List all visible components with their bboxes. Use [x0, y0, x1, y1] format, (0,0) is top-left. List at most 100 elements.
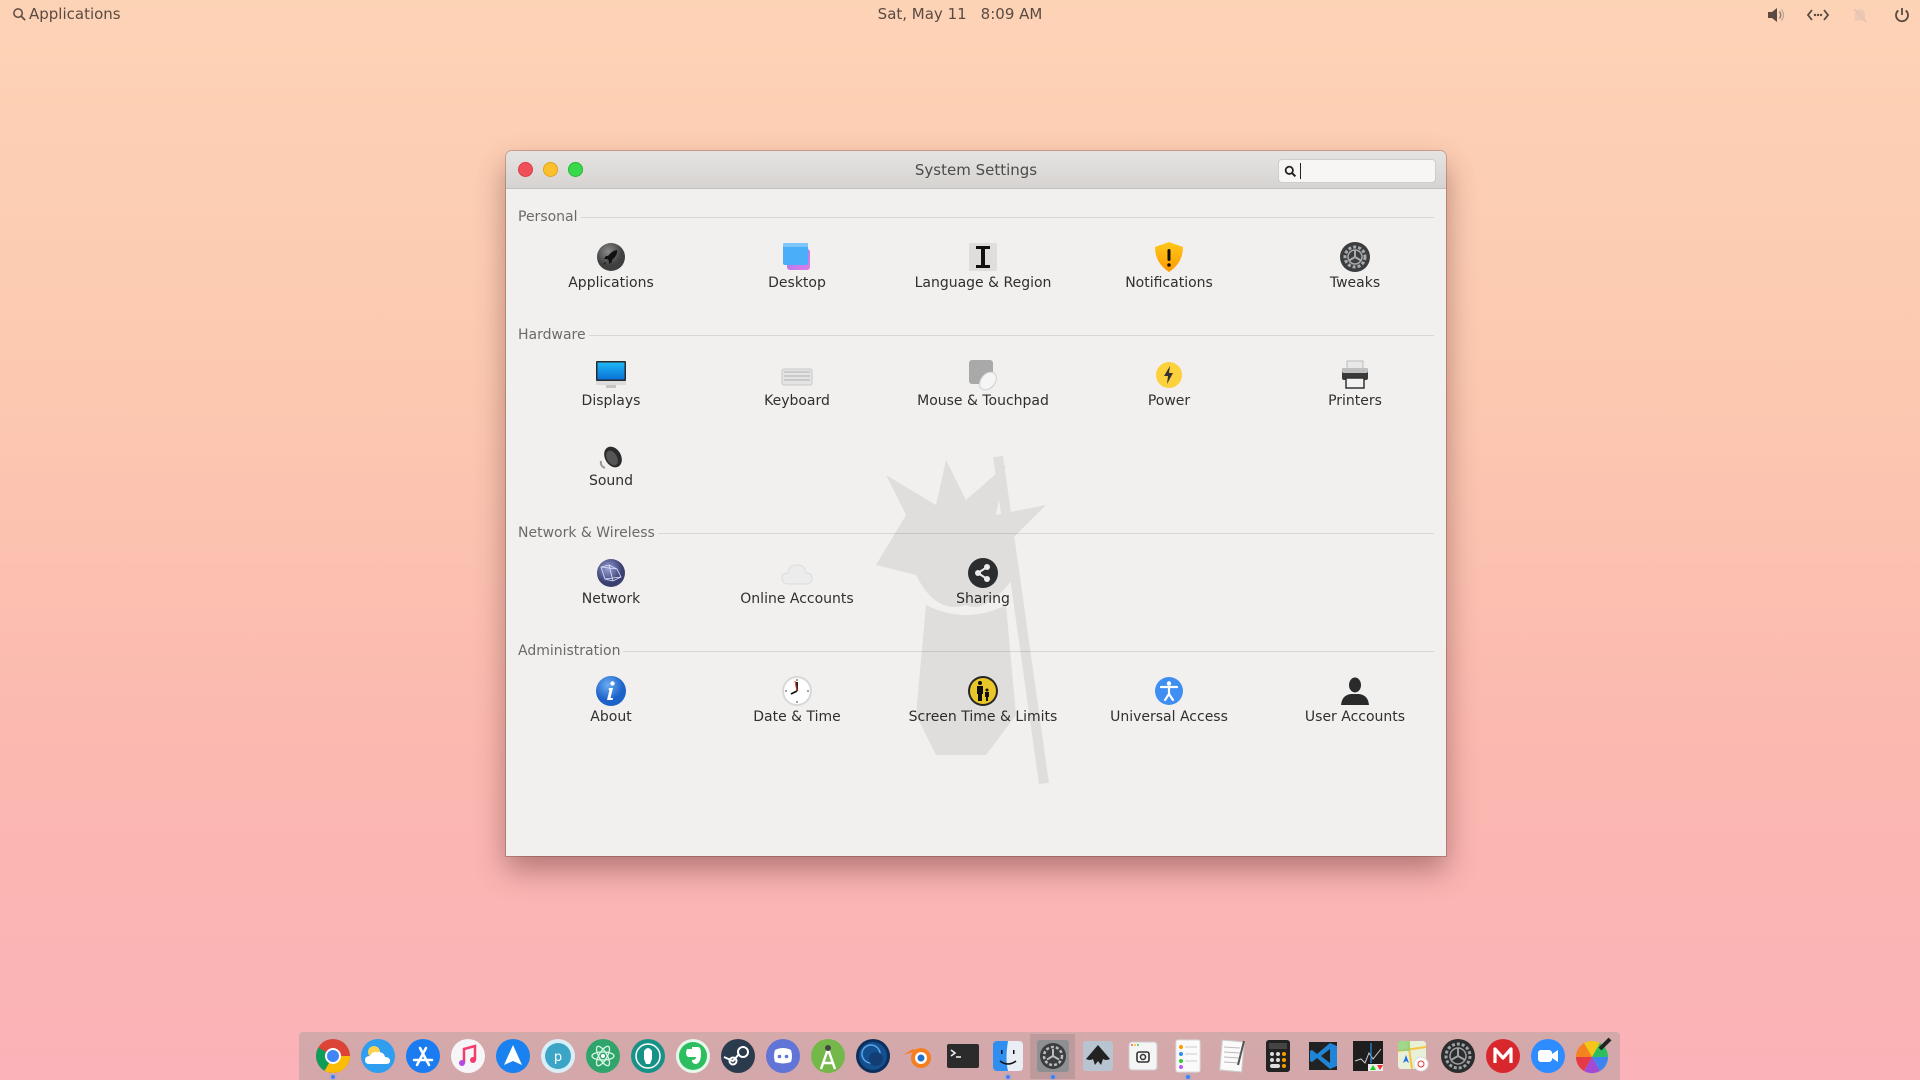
search-icon [1284, 165, 1297, 177]
discord-icon [765, 1039, 800, 1073]
accessibility-icon [1155, 677, 1183, 705]
settings-item-applications[interactable]: Applications [518, 229, 704, 309]
dock-item-eclipse[interactable] [850, 1034, 895, 1079]
settings-item-displays[interactable]: Displays [518, 347, 704, 427]
top-panel: Applications Sat, May 11 8:09 AM [0, 0, 1920, 30]
dock-item-calculator[interactable] [1255, 1034, 1300, 1079]
settings-item-power[interactable]: Power [1076, 347, 1262, 427]
dock-item-send[interactable] [490, 1034, 535, 1079]
volume-icon [1768, 8, 1785, 22]
settings-item-label: About [590, 709, 632, 725]
gitkraken-icon [630, 1039, 665, 1073]
settings-item-language-region[interactable]: Language & Region [890, 229, 1076, 309]
dock-item-reminders[interactable] [1165, 1034, 1210, 1079]
minimize-button[interactable] [543, 162, 558, 177]
settings-item-keyboard[interactable]: Keyboard [704, 347, 890, 427]
settings-item-universal-access[interactable]: Universal Access [1076, 663, 1262, 743]
personal-grid: Applications Desktop Language & Region N… [518, 229, 1434, 309]
info-icon [596, 676, 626, 706]
settings-item-user-accounts[interactable]: User Accounts [1262, 663, 1446, 743]
settings-item-label: Printers [1328, 393, 1382, 409]
dock-item-color-picker[interactable] [1570, 1034, 1615, 1079]
settings-item-network[interactable]: Network [518, 545, 704, 625]
power-indicator[interactable] [1890, 3, 1914, 27]
monitor-icon [596, 361, 626, 388]
clock-time[interactable]: 8:09 AM [981, 5, 1043, 23]
settings-item-printers[interactable]: Printers [1262, 347, 1446, 427]
settings-item-label: Applications [568, 275, 654, 291]
dock-item-evernote[interactable] [670, 1034, 715, 1079]
dock-item-zoom[interactable] [1525, 1034, 1570, 1079]
search-field[interactable] [1278, 159, 1436, 183]
dock-item-screenshot[interactable] [1120, 1034, 1165, 1079]
dock-item-discord[interactable] [760, 1034, 805, 1079]
dock-item-terminal[interactable] [940, 1034, 985, 1079]
atom-icon [585, 1039, 620, 1073]
settings-item-date-time[interactable]: Date & Time [704, 663, 890, 743]
settings-item-screen-time-limits[interactable]: Screen Time & Limits [890, 663, 1076, 743]
dock-item-podman[interactable]: p [535, 1034, 580, 1079]
section-title: Administration [518, 643, 621, 659]
section-header-administration: Administration [518, 639, 1434, 663]
dock-item-gitkraken[interactable] [625, 1034, 670, 1079]
power-bolt-icon [1156, 362, 1182, 388]
dock-item-files[interactable] [985, 1034, 1030, 1079]
settings-item-tweaks[interactable]: Tweaks [1262, 229, 1446, 309]
volume-indicator[interactable] [1764, 3, 1788, 27]
settings-item-about[interactable]: About [518, 663, 704, 743]
finder-icon [992, 1041, 1023, 1071]
running-indicator [330, 1074, 335, 1079]
share-icon [968, 558, 998, 588]
settings-item-mouse-touchpad[interactable]: Mouse & Touchpad [890, 347, 1076, 427]
svg-text:p: p [553, 1050, 561, 1065]
dock-item-settings[interactable] [1435, 1034, 1480, 1079]
dock-item-system-settings[interactable] [1030, 1033, 1075, 1079]
screenshot-icon [1128, 1041, 1157, 1071]
dock-item-blender[interactable] [895, 1034, 940, 1079]
dock-item-atom[interactable] [580, 1034, 625, 1079]
maximize-button[interactable] [568, 162, 583, 177]
desktop-windows-icon [783, 243, 810, 270]
paper-plane-icon [495, 1039, 530, 1073]
window-titlebar[interactable]: System Settings [506, 151, 1446, 189]
dock-item-mega[interactable] [1480, 1034, 1525, 1079]
close-button[interactable] [518, 162, 533, 177]
settings-item-label: Tweaks [1329, 275, 1381, 291]
settings-item-desktop[interactable]: Desktop [704, 229, 890, 309]
dock-item-system-monitor[interactable] [1345, 1034, 1390, 1079]
section-header-network-wireless: Network & Wireless [518, 521, 1434, 545]
dock-item-app-store[interactable] [400, 1034, 445, 1079]
cloud-icon [781, 564, 813, 585]
administration-grid: About Date & Time Screen Time & Limits U… [518, 663, 1434, 743]
notifications-indicator[interactable] [1848, 3, 1872, 27]
section-header-hardware: Hardware [518, 323, 1434, 347]
section-title: Hardware [518, 327, 586, 343]
settings-item-online-accounts[interactable]: Online Accounts [704, 545, 890, 625]
keyboard-icon [781, 368, 813, 386]
dock-item-inkscape[interactable] [1075, 1034, 1120, 1079]
power-icon [1895, 8, 1909, 23]
network-indicator[interactable] [1806, 3, 1830, 27]
settings-item-sound[interactable]: Sound [518, 427, 704, 507]
dock-item-chrome[interactable] [310, 1034, 355, 1079]
color-picker-icon [1575, 1037, 1611, 1074]
settings-item-notifications[interactable]: Notifications [1076, 229, 1262, 309]
settings-item-label: Desktop [768, 275, 826, 291]
dock-item-weather[interactable] [355, 1034, 400, 1079]
dock-item-maps[interactable] [1390, 1034, 1435, 1079]
clock-date[interactable]: Sat, May 11 [878, 5, 967, 23]
applications-menu-button[interactable]: Applications [12, 5, 121, 23]
dock-item-music[interactable] [445, 1034, 490, 1079]
inkscape-icon [1082, 1041, 1113, 1071]
dock-item-text-editor[interactable] [1210, 1034, 1255, 1079]
search-input[interactable] [1300, 163, 1430, 179]
running-indicator [1185, 1074, 1190, 1079]
dock-item-android-studio[interactable] [805, 1034, 850, 1079]
dock-item-vs-code[interactable] [1300, 1034, 1345, 1079]
clock: Sat, May 11 8:09 AM [0, 5, 1920, 23]
dock-item-steam[interactable] [715, 1034, 760, 1079]
section-header-personal: Personal [518, 205, 1434, 229]
settings-item-sharing[interactable]: Sharing [890, 545, 1076, 625]
settings-icon [1036, 1040, 1069, 1072]
section-title: Personal [518, 209, 578, 225]
